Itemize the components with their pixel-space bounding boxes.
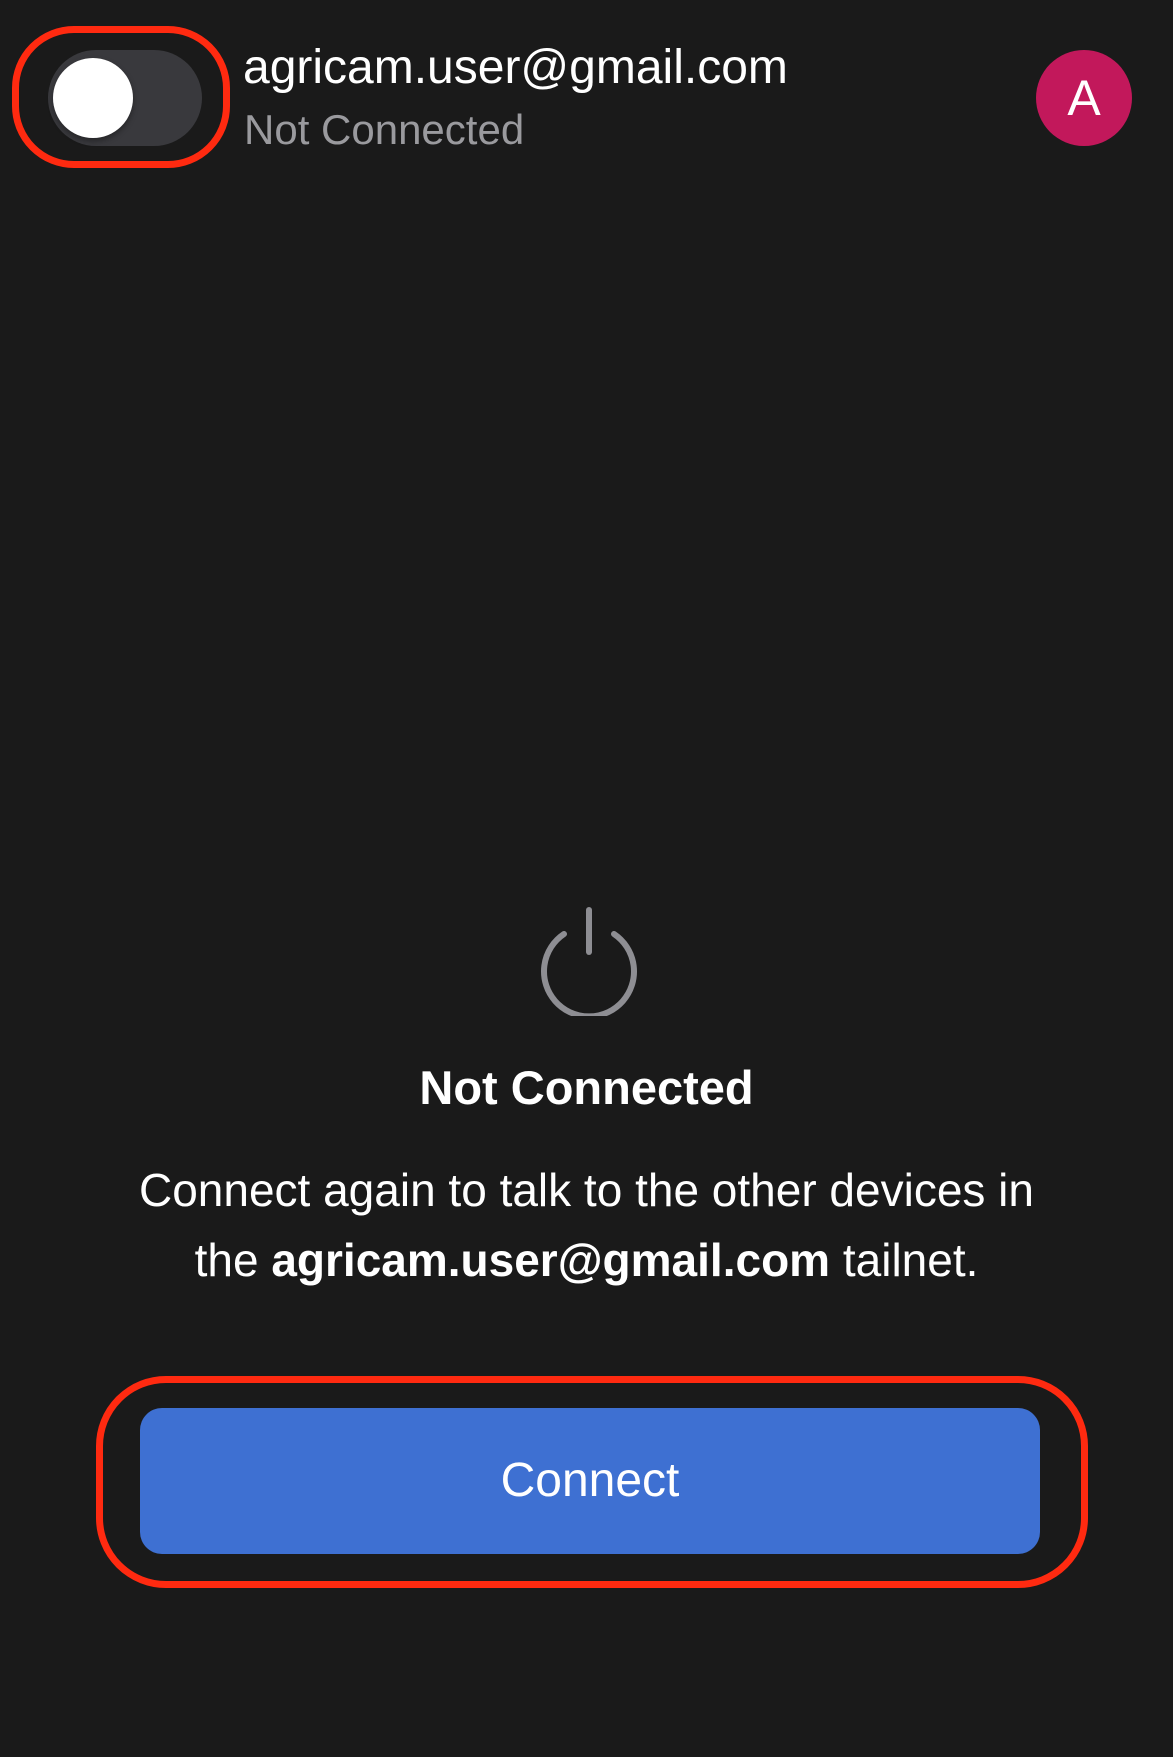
avatar[interactable]: A — [1036, 50, 1132, 146]
vpn-toggle[interactable] — [48, 50, 202, 146]
account-status: Not Connected — [244, 106, 525, 153]
power-icon — [541, 907, 637, 1016]
tailnet-name: agricam.user@gmail.com — [271, 1234, 831, 1286]
toggle-knob — [53, 58, 133, 138]
connect-button[interactable]: Connect — [140, 1408, 1040, 1554]
status-title: Not Connected — [419, 1061, 754, 1114]
account-email: agricam.user@gmail.com — [243, 41, 788, 94]
description-suffix: tailnet. — [842, 1234, 979, 1286]
status-description: Connect again to talk to the other devic… — [110, 1155, 1063, 1295]
account-header: agricam.user@gmail.com Not Connected A — [0, 0, 1173, 190]
